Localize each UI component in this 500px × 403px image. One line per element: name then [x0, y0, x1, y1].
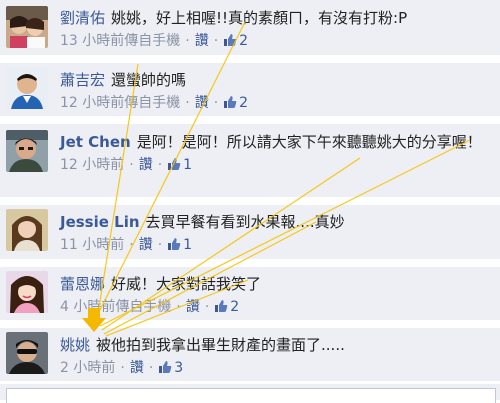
comment-text: Jet Chen 是阿！是阿！所以請大家下午來聽聽姚大的分享喔！ [60, 132, 490, 153]
comment-meta: 12 小時前 · 讚 · 1 [60, 157, 193, 173]
comment-text: 劉清佑 姚姚，好上相喔!!真的素顏ㄇ，有沒有打粉:P [60, 8, 490, 29]
comment-thread: 劉清佑 姚姚，好上相喔!!真的素顏ㄇ，有沒有打粉:P 13 小時前傳自手機 · 讚 · 2… [0, 0, 500, 403]
comment-text: 蕭吉宏 還蠻帥的嗎 [60, 70, 490, 91]
like-count[interactable]: 2 [223, 95, 248, 111]
thumbs-up-icon [224, 34, 237, 46]
comment-author-link[interactable]: Jessie Lin [60, 213, 140, 231]
comment-meta: 12 小時前傳自手機 · 讚 · 2 [60, 95, 249, 111]
avatar[interactable] [6, 67, 48, 109]
like-button[interactable]: 讚 [195, 33, 209, 49]
comment-author-link[interactable]: 蕭吉宏 [60, 71, 105, 89]
comment-item: Jessie Lin 去買早餐有看到水果報....真妙 11 小時前 · 讚 · 1 [0, 205, 500, 260]
comment-message: 姚姚，好上相喔!!真的素顏ㄇ，有沒有打粉:P [111, 9, 408, 27]
comment-timestamp[interactable]: 12 小時前傳自手機 [60, 95, 180, 111]
comment-message: 還蠻帥的嗎 [111, 71, 187, 89]
comment-message: 是阿！是阿！所以請大家下午來聽聽姚大的分享喔！ [136, 133, 482, 151]
comment-meta: 4 小時前傳自手機 · 讚 · 2 [60, 299, 240, 315]
like-button[interactable]: 讚 [186, 299, 200, 315]
thumbs-up-icon [168, 158, 181, 170]
avatar[interactable] [6, 209, 48, 251]
thumbs-up-icon [215, 300, 228, 312]
like-button[interactable]: 讚 [195, 95, 209, 111]
comment-meta: 2 小時前 · 讚 · 3 [60, 360, 184, 376]
like-button[interactable]: 讚 [130, 360, 144, 376]
like-count[interactable]: 2 [223, 33, 248, 49]
like-button[interactable]: 讚 [139, 237, 153, 253]
comment-text: 蕾恩娜 好威！大家對話我笑了 [60, 274, 490, 295]
comment-item: 蕾恩娜 好威！大家對話我笑了 4 小時前傳自手機 · 讚 · 2 [0, 267, 500, 321]
avatar[interactable] [6, 332, 48, 374]
comment-item: 劉清佑 姚姚，好上相喔!!真的素顏ㄇ，有沒有打粉:P 13 小時前傳自手機 · 讚 · 2 [0, 0, 500, 56]
comment-text: 姚姚 被他拍到我拿出畢生財產的畫面了..... [60, 335, 490, 356]
comment-message: 去買早餐有看到水果報....真妙 [145, 213, 345, 231]
like-count[interactable]: 1 [167, 157, 192, 173]
comment-author-link[interactable]: 姚姚 [60, 336, 90, 354]
thumbs-up-icon [224, 96, 237, 108]
avatar[interactable] [6, 6, 48, 48]
comment-text: Jessie Lin 去買早餐有看到水果報....真妙 [60, 212, 490, 233]
like-button[interactable]: 讚 [139, 157, 153, 173]
comment-item: Jet Chen 是阿！是阿！所以請大家下午來聽聽姚大的分享喔！ 12 小時前 · 讚… [0, 124, 500, 198]
like-count[interactable]: 2 [214, 299, 239, 315]
comment-timestamp[interactable]: 2 小時前 [60, 360, 115, 376]
like-count[interactable]: 3 [158, 360, 183, 376]
comment-timestamp[interactable]: 12 小時前 [60, 157, 124, 173]
comment-message: 好威！大家對話我笑了 [111, 275, 262, 293]
comment-item: 蕭吉宏 還蠻帥的嗎 12 小時前傳自手機 · 讚 · 2 [0, 63, 500, 117]
comment-author-link[interactable]: Jet Chen [60, 133, 131, 151]
comment-item: 姚姚 被他拍到我拿出畢生財產的畫面了..... 2 小時前 · 讚 · 3 [0, 328, 500, 382]
comment-timestamp[interactable]: 11 小時前 [60, 237, 124, 253]
avatar[interactable] [6, 130, 48, 172]
thumbs-up-icon [159, 361, 172, 373]
comment-author-link[interactable]: 劉清佑 [60, 9, 105, 27]
comment-meta: 13 小時前傳自手機 · 讚 · 2 [60, 33, 249, 49]
comment-meta: 11 小時前 · 讚 · 1 [60, 237, 193, 253]
comment-message: 被他拍到我拿出畢生財產的畫面了..... [96, 336, 345, 354]
like-count[interactable]: 1 [167, 237, 192, 253]
comment-author-link[interactable]: 蕾恩娜 [60, 275, 105, 293]
comment-input[interactable] [6, 388, 496, 403]
avatar[interactable] [6, 271, 48, 313]
comment-timestamp[interactable]: 13 小時前傳自手機 [60, 33, 180, 49]
thumbs-up-icon [168, 238, 181, 250]
comment-timestamp[interactable]: 4 小時前傳自手機 [60, 299, 171, 315]
